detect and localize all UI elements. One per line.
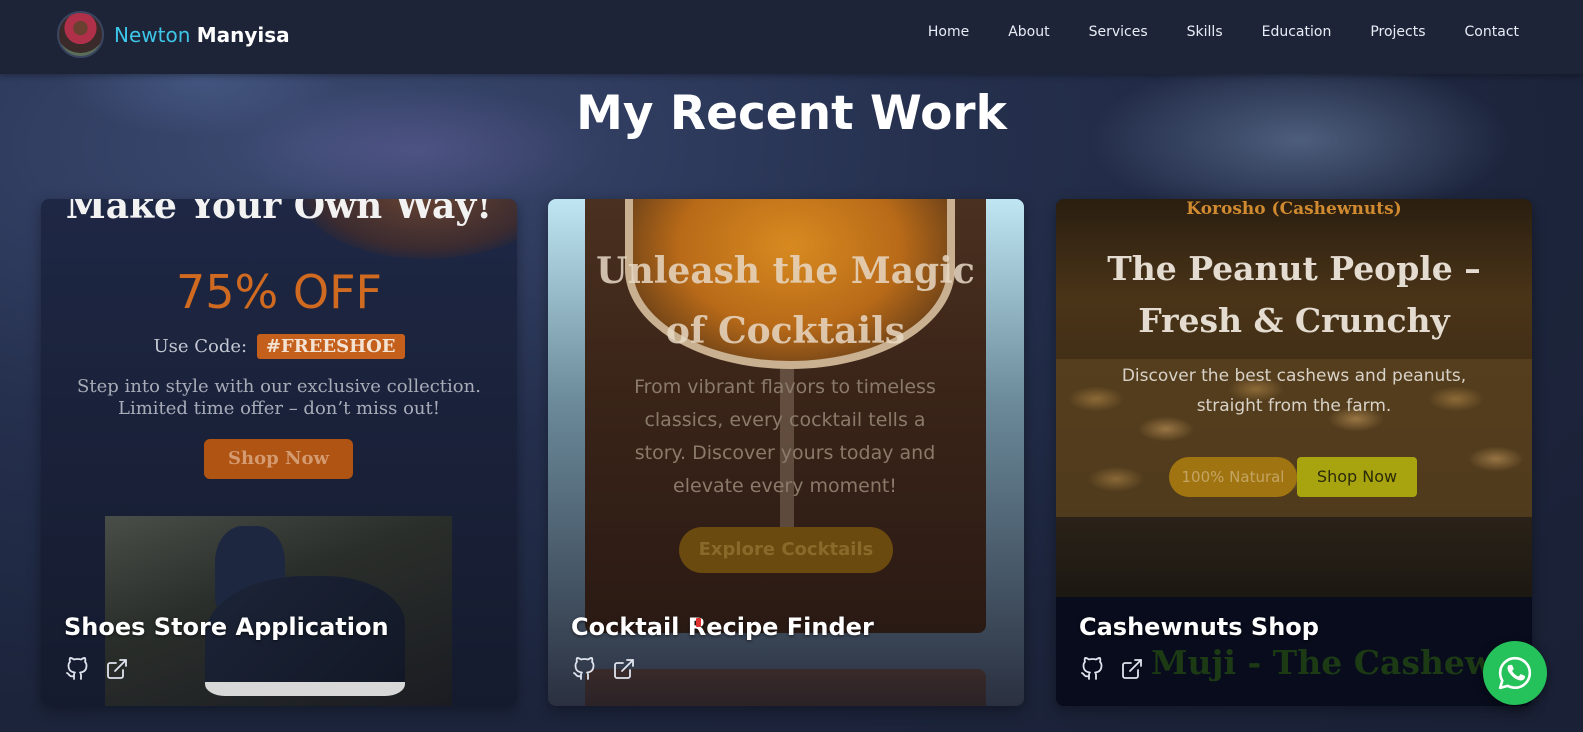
preview-offer: 75% OFF [176,265,382,319]
preview-code-badge: #FREESHOE [256,334,405,359]
navbar: Newton Manyisa Home About Services Skill… [0,0,1583,74]
project-title: Cocktail Recipe Finder [571,613,874,641]
preview-description-line: story. Discover yours today and [634,442,936,464]
project-links [65,657,129,681]
brand-name: Newton Manyisa [114,23,290,47]
external-link-icon[interactable] [612,657,636,681]
preview-headline-line: Fresh & Crunchy [1138,301,1450,340]
github-icon[interactable] [572,657,596,681]
preview-code-row: Use Code: #FREESHOE [41,334,517,359]
preview-peek-text: Muji - The Cashew [1151,643,1494,682]
preview-strip [585,669,986,706]
nav-link-projects[interactable]: Projects [1370,24,1425,40]
preview-headline: The Peanut People – Fresh & Crunchy [1056,243,1532,347]
project-card-cashewnuts[interactable]: Korosho (Cashewnuts) The Peanut People –… [1056,199,1532,706]
github-icon[interactable] [1080,657,1104,681]
nav-link-education[interactable]: Education [1262,24,1332,40]
github-icon[interactable] [65,657,89,681]
whatsapp-icon [1498,656,1532,690]
preview-description: Discover the best cashews and peanuts, s… [1056,361,1532,421]
preview-shop-button: Shop Now [1297,457,1417,497]
external-link-icon[interactable] [1120,657,1144,681]
nav-link-services[interactable]: Services [1089,24,1148,40]
preview-headline: Unleash the Magic of Cocktails [585,241,986,361]
nav-link-about[interactable]: About [1008,24,1049,40]
nav-link-home[interactable]: Home [928,24,969,40]
preview-headline-line: of Cocktails [665,310,906,352]
preview-description-line: elevate every moment! [673,475,897,497]
preview-headline-line: Unleash the Magic [596,250,975,292]
preview-description-line: Limited time offer – don’t miss out! [118,398,440,419]
project-links [572,657,636,681]
preview-cocktail-hero: Unleash the Magic of Cocktails From vibr… [585,199,986,633]
project-title: Shoes Store Application [64,613,389,641]
cursor-marker [696,618,701,627]
avatar [57,11,104,58]
preview-shoe-photo [105,516,452,706]
preview-code-label: Use Code: [153,336,248,357]
preview-description-line: Step into style with our exclusive colle… [77,376,481,397]
project-card-cocktail[interactable]: Unleash the Magic of Cocktails From vibr… [548,199,1024,706]
brand[interactable]: Newton Manyisa [57,11,290,58]
whatsapp-button[interactable] [1483,641,1547,705]
section-title: My Recent Work [576,86,1007,141]
preview-ground [1056,517,1532,597]
nav-link-skills[interactable]: Skills [1187,24,1223,40]
preview-headline-line: The Peanut People – [1107,249,1481,288]
project-card-shoes[interactable]: Make Your Own Way! 75% OFF Use Code: #FR… [41,199,517,706]
brand-last-name: Manyisa [196,22,290,47]
preview-description-line: classics, every cocktail tells a [644,409,926,431]
preview-description: Step into style with our exclusive colle… [41,376,517,420]
brand-first-name: Newton [114,22,191,47]
preview-top-label: Korosho (Cashewnuts) [1186,199,1402,219]
nav-link-contact[interactable]: Contact [1465,24,1519,40]
preview-headline: Make Your Own Way! [65,199,493,227]
project-links [1080,657,1144,681]
preview-description: From vibrant flavors to timeless classic… [625,371,945,503]
preview-shop-button: Shop Now [204,439,353,479]
external-link-icon[interactable] [105,657,129,681]
preview-description-line: Discover the best cashews and peanuts, [1121,366,1467,386]
preview-natural-button: 100% Natural [1169,457,1297,497]
preview-explore-button: Explore Cocktails [679,527,893,573]
preview-description-line: straight from the farm. [1196,396,1392,416]
nav-links: Home About Services Skills Education Pro… [889,24,1519,40]
preview-description-line: From vibrant flavors to timeless [634,376,936,398]
preview-cashew-hero: Korosho (Cashewnuts) The Peanut People –… [1056,199,1532,597]
project-title: Cashewnuts Shop [1079,613,1319,641]
